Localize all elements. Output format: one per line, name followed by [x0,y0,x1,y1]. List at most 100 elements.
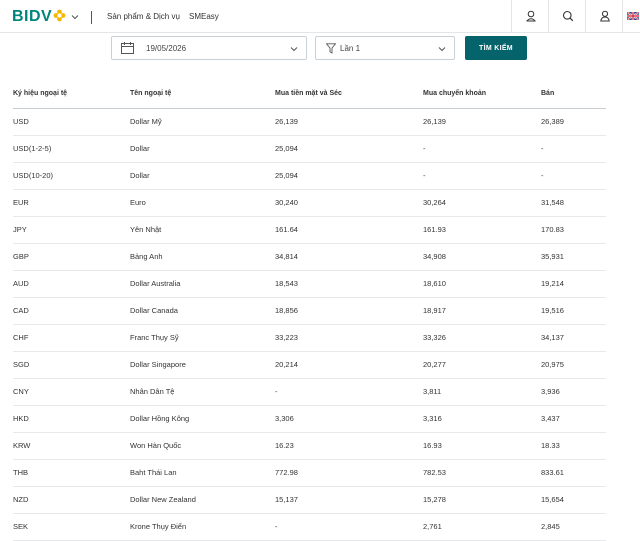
header-transfer-buy: Mua chuyển khoản [423,90,487,97]
transfer-buy-rate: 16.93 [423,441,442,450]
currency-code: KRW [13,441,31,450]
cash-buy-rate: 34,814 [275,252,298,261]
currency-code: USD [13,117,29,126]
sell-rate: 833.61 [541,468,564,477]
currency-name: Dollar Australia [130,279,181,288]
currency-name: Dollar [130,144,150,153]
currency-name: Nhân Dân Tệ [130,387,175,396]
round-select[interactable]: Lần 1 [315,36,455,60]
currency-code: CNY [13,387,29,396]
sell-rate: 26,389 [541,117,564,126]
sell-rate: 3,936 [541,387,560,396]
header-currency-code: Ký hiệu ngoại tệ [13,90,68,97]
cash-buy-rate: 3,306 [275,414,294,423]
table-row: SGD Dollar Singapore 20,214 20,277 20,975 [13,352,606,379]
header-currency-name: Tên ngoại tệ [130,90,172,97]
exchange-rate-table: Ký hiệu ngoại tệ Tên ngoại tệ Mua tiền m… [13,82,606,541]
transfer-buy-rate: 782.53 [423,468,446,477]
sell-rate: 3,437 [541,414,560,423]
user-branch-icon [525,10,536,22]
transfer-buy-rate: 15,278 [423,495,446,504]
cash-buy-rate: 30,240 [275,198,298,207]
table-header: Ký hiệu ngoại tệ Tên ngoại tệ Mua tiền m… [13,82,606,109]
transfer-buy-rate: 26,139 [423,117,446,126]
search-icon [562,10,573,22]
nav-products-services[interactable]: Sản phẩm & Dịch vụ [107,12,180,22]
currency-code: HKD [13,414,29,423]
cash-buy-rate: - [275,387,278,396]
currency-name: Dollar Canada [130,306,178,315]
filter-icon [326,43,336,54]
table-row: AUD Dollar Australia 18,543 18,610 19,214 [13,271,606,298]
uk-flag-icon [627,12,639,20]
transfer-buy-rate: 18,917 [423,306,446,315]
table-row: CHF Franc Thụy Sỹ 33,223 33,326 34,137 [13,325,606,352]
chevron-down-icon[interactable] [70,12,80,22]
currency-name: Dollar Hồng Kông [130,414,190,423]
cash-buy-rate: 18,856 [275,306,298,315]
top-header: BIDV Sản phẩm & Dịch vụ SMEasy [0,0,640,33]
sell-rate: 31,548 [541,198,564,207]
cash-buy-rate: 772.98 [275,468,298,477]
sell-rate: 35,931 [541,252,564,261]
currency-code: SGD [13,360,30,369]
table-row: KRW Won Hàn Quốc 16.23 16.93 18.33 [13,433,606,460]
nav-smeasy[interactable]: SMEasy [189,12,219,22]
currency-code: JPY [13,225,27,234]
cash-buy-rate: 25,094 [275,144,298,153]
table-body: USD Dollar Mỹ 26,139 26,139 26,389 USD(1-2-5)… [13,109,606,541]
sell-rate: - [541,171,544,180]
transfer-buy-rate: 18,610 [423,279,446,288]
currency-code: USD(10-20) [13,171,54,180]
sell-rate: 170.83 [541,225,564,234]
currency-name: Yên Nhật [130,225,162,234]
sell-rate: 19,214 [541,279,564,288]
sell-rate: 19,516 [541,306,564,315]
account-button[interactable] [585,0,623,32]
table-row: SEK Krone Thụy Điển -2,761 2,845 [13,514,606,541]
table-row: USD(1-2-5) Dollar 25,094 - - [13,136,606,163]
table-row: GBP Bảng Anh 34,814 34,908 35,931 [13,244,606,271]
currency-code: GBP [13,252,29,261]
cash-buy-rate: 15,137 [275,495,298,504]
transfer-buy-rate: - [423,144,426,153]
currency-name: Dollar New Zealand [130,495,196,504]
currency-name: Baht Thái Lan [130,468,177,477]
transfer-buy-rate: 33,326 [423,333,446,342]
calendar-icon [121,42,134,54]
transfer-buy-rate: 3,316 [423,414,442,423]
sell-rate: 34,137 [541,333,564,342]
transfer-buy-rate: 3,811 [423,387,442,396]
table-row: EUR Euro 30,240 30,264 31,548 [13,190,606,217]
bidv-logo[interactable]: BIDV [12,8,66,26]
logo-flower-icon [53,9,66,21]
round-value: Lần 1 [340,44,361,53]
header-divider [91,11,92,24]
currency-code: AUD [13,279,29,288]
user-account-icon [599,10,610,22]
cash-buy-rate: 161.64 [275,225,298,234]
language-switcher[interactable] [622,0,640,32]
sell-rate: 18.33 [541,441,560,450]
currency-name: Euro [130,198,146,207]
search-button[interactable]: TÌM KIẾM [465,36,527,60]
date-picker[interactable]: 19/05/2026 [111,36,307,60]
currency-code: THB [13,468,28,477]
table-row: HKD Dollar Hồng Kông 3,306 3,316 3,437 [13,406,606,433]
table-row: NZD Dollar New Zealand 15,137 15,278 15,654 [13,487,606,514]
transfer-buy-rate: 20,277 [423,360,446,369]
currency-name: Bảng Anh [130,252,163,261]
chevron-down-icon [438,47,446,52]
branch-locator-button[interactable] [511,0,549,32]
search-button-header[interactable] [548,0,586,32]
sell-rate: 20,975 [541,360,564,369]
currency-name: Dollar Singapore [130,360,186,369]
transfer-buy-rate: 30,264 [423,198,446,207]
transfer-buy-rate: 34,908 [423,252,446,261]
table-row: JPY Yên Nhật 161.64 161.93 170.83 [13,217,606,244]
table-row: CNY Nhân Dân Tệ - 3,811 3,936 [13,379,606,406]
sell-rate: - [541,144,544,153]
currency-code: USD(1-2-5) [13,144,52,153]
currency-code: NZD [13,495,29,504]
cash-buy-rate: 26,139 [275,117,298,126]
